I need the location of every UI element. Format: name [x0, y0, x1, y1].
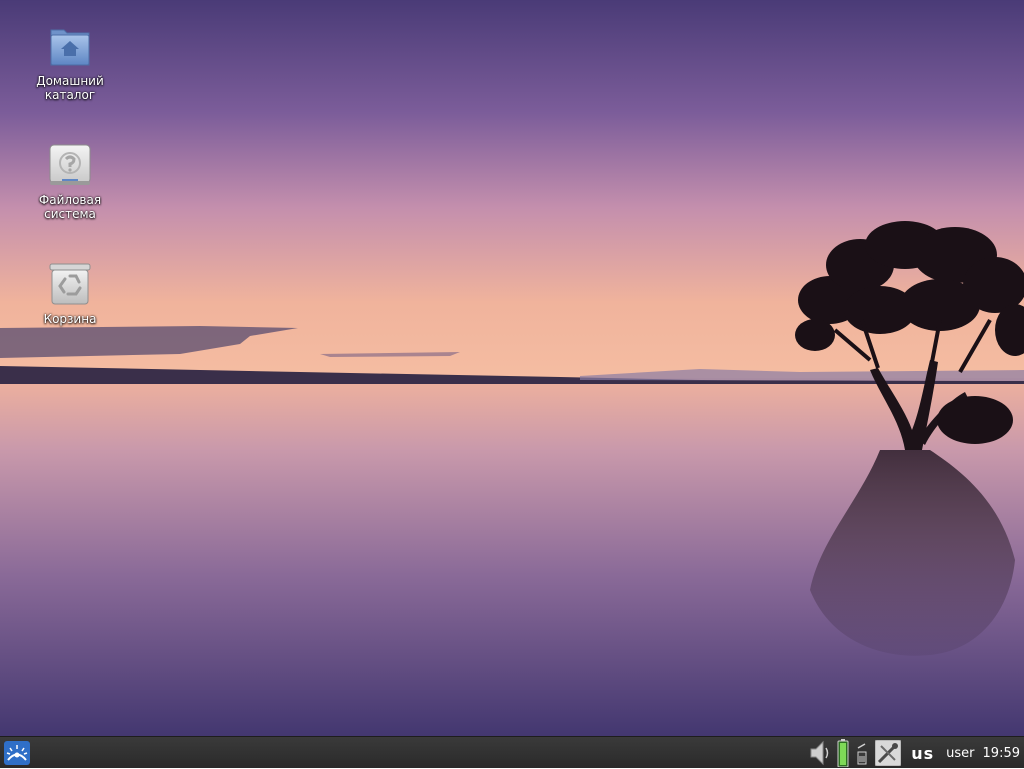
desktop-icon-trash[interactable]: Корзина	[20, 262, 120, 326]
tools-button[interactable]	[875, 737, 902, 769]
desktop[interactable]: Домашний каталог Файловая система Корзин…	[0, 0, 1024, 736]
desktop-icon-label: Корзина	[43, 312, 97, 326]
network-icon	[857, 743, 867, 765]
system-tray: us user 19:59	[803, 737, 1024, 769]
taskbar: us user 19:59	[0, 736, 1024, 768]
wallpaper-image	[0, 0, 1024, 736]
keyboard-layout-indicator[interactable]: us	[911, 737, 934, 769]
volume-icon	[810, 740, 829, 766]
volume-button[interactable]	[809, 737, 831, 769]
tools-icon	[875, 740, 902, 766]
user-label[interactable]: user	[946, 737, 974, 769]
desktop-icon-filesystem[interactable]: Файловая система	[20, 143, 120, 221]
battery-icon	[837, 739, 849, 767]
trash-icon	[49, 263, 91, 305]
network-button[interactable]	[855, 737, 869, 769]
desktop-icon-label: Файловая система	[38, 193, 102, 221]
app-menu-icon	[4, 741, 30, 765]
app-menu-button[interactable]	[4, 741, 30, 765]
home-folder-icon	[50, 29, 90, 66]
battery-button[interactable]	[837, 737, 849, 769]
drive-harddisk-icon	[49, 144, 91, 185]
desktop-icon-label: Домашний каталог	[36, 74, 104, 102]
clock[interactable]: 19:59	[983, 737, 1020, 769]
desktop-icon-home[interactable]: Домашний каталог	[20, 24, 120, 102]
